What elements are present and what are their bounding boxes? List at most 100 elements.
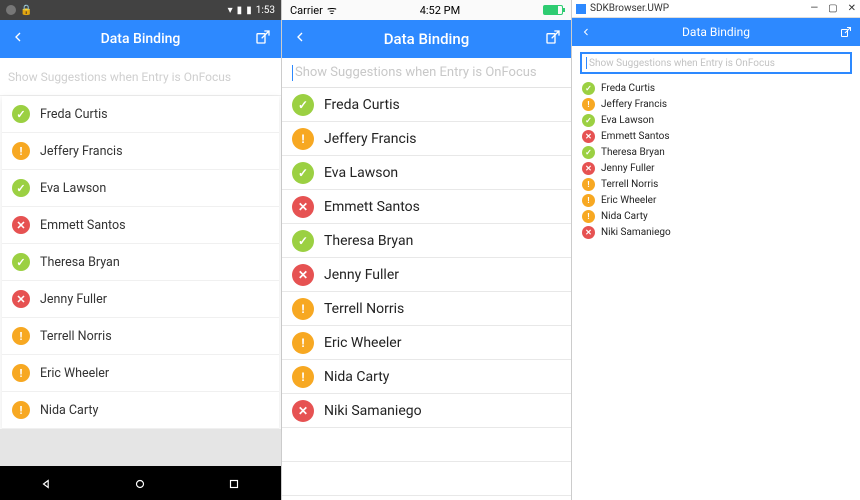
list-item-label: Jeffery Francis (324, 131, 416, 147)
list-item-label: Eric Wheeler (601, 195, 656, 206)
close-button[interactable]: ✕ (848, 3, 856, 14)
list-item[interactable]: !Terrell Norris (2, 318, 279, 355)
android-appbar: Data Binding (0, 20, 281, 58)
android-navbar (0, 466, 281, 500)
check-icon: ✓ (292, 230, 314, 252)
warning-icon: ! (582, 178, 595, 191)
list-item[interactable]: ! Eric Wheeler (572, 192, 860, 208)
list-item[interactable]: ✕Niki Samaniego (572, 224, 860, 240)
warning-icon: ! (12, 364, 30, 382)
back-button[interactable] (580, 23, 592, 42)
text-cursor-icon (292, 65, 293, 81)
warning-icon: ! (12, 142, 30, 160)
error-icon: ✕ (292, 264, 314, 286)
list-item[interactable]: ✓ Eva Lawson (2, 170, 279, 207)
notification-dot-icon (6, 5, 16, 15)
list-item-label: Emmett Santos (40, 218, 126, 233)
list-item[interactable]: ! Jeffery Francis (282, 122, 571, 156)
warning-icon: ! (292, 128, 314, 150)
list-item[interactable]: ✓Freda Curtis (572, 80, 860, 96)
wifi-icon: ▾ (228, 5, 233, 16)
check-icon: ✓ (12, 105, 30, 123)
list-item[interactable]: ✓Freda Curtis (282, 88, 571, 122)
page-title: Data Binding (26, 31, 255, 47)
external-link-button[interactable] (255, 29, 271, 49)
list-item-label: Eva Lawson (40, 181, 106, 196)
error-icon: ✕ (12, 290, 30, 308)
list-item[interactable]: ✓Eva Lawson (282, 156, 571, 190)
list-item[interactable]: ✓Eva Lawson (572, 112, 860, 128)
list-item[interactable]: ✕Niki Samaniego (282, 394, 571, 428)
list-item[interactable]: !Jeffery Francis (2, 133, 279, 170)
list-item-label: Eric Wheeler (324, 335, 401, 351)
list-item[interactable]: ✓Theresa Bryan (572, 144, 860, 160)
list-item[interactable]: ✕Emmett Santos (2, 207, 279, 244)
list-item[interactable]: ✕Emmett Santos (572, 128, 860, 144)
back-nav-icon[interactable] (40, 476, 54, 490)
page-title: Data Binding (308, 30, 545, 48)
list-item-label: Terrell Norris (324, 301, 404, 317)
list-item[interactable]: ! Nida Carty (282, 360, 571, 394)
window-title: SDKBrowser.UWP (590, 3, 669, 14)
external-link-button[interactable] (840, 23, 852, 42)
uwp-list: ✓Freda Curtis!Jeffery Francis✓Eva Lawson… (572, 80, 860, 240)
check-icon: ✓ (582, 146, 595, 159)
list-item-label: Theresa Bryan (40, 255, 120, 270)
search-input[interactable]: Show Suggestions when Entry is OnFocus (0, 58, 281, 96)
external-link-button[interactable] (545, 29, 561, 49)
list-item-label: Freda Curtis (601, 83, 655, 94)
back-button[interactable] (292, 29, 308, 49)
search-input[interactable]: Show Suggestions when Entry is OnFocus (580, 52, 852, 74)
minimize-button[interactable]: — (810, 3, 818, 14)
list-item[interactable]: !Terrell Norris (282, 292, 571, 326)
list-item[interactable]: ✕Emmett Santos (282, 190, 571, 224)
recent-nav-icon[interactable] (227, 476, 241, 490)
list-item-label: Freda Curtis (324, 97, 400, 113)
list-item[interactable]: ✕Jenny Fuller (572, 160, 860, 176)
list-item[interactable]: !Eric Wheeler (282, 326, 571, 360)
text-cursor-icon (586, 57, 587, 69)
check-icon: ✓ (582, 114, 595, 127)
error-icon: ✕ (582, 226, 595, 239)
list-item[interactable]: ✓ Theresa Bryan (282, 224, 571, 258)
list-item-label: Eva Lawson (324, 165, 398, 181)
list-item-label: Theresa Bryan (324, 233, 413, 249)
home-nav-icon[interactable] (133, 476, 147, 490)
carrier-label: Carrier (290, 4, 323, 17)
maximize-button[interactable]: ▢ (828, 3, 837, 14)
list-item[interactable]: !Nida Carty (2, 392, 279, 429)
search-input[interactable]: Show Suggestions when Entry is OnFocus (282, 58, 571, 88)
back-button[interactable] (10, 29, 26, 49)
check-icon: ✓ (12, 179, 30, 197)
warning-icon: ! (582, 194, 595, 207)
ios-device: Carrier ᯤ 4:52 PM Data Binding Show Sugg… (282, 0, 572, 500)
lock-icon: 🔒 (20, 5, 32, 16)
list-item[interactable]: !Jeffery Francis (572, 96, 860, 112)
ios-appbar: Data Binding (282, 20, 571, 58)
error-icon: ✕ (292, 196, 314, 218)
list-item[interactable]: ✓Freda Curtis (2, 96, 279, 133)
list-item[interactable]: !Eric Wheeler (2, 355, 279, 392)
list-item-label: Nida Carty (601, 211, 648, 222)
warning-icon: ! (292, 366, 314, 388)
list-item-label: Jeffery Francis (601, 99, 667, 110)
search-container: Show Suggestions when Entry is OnFocus (572, 46, 860, 80)
wifi-icon: ᯤ (327, 3, 337, 18)
uwp-device: SDKBrowser.UWP — ▢ ✕ Data Binding Show S… (572, 0, 860, 500)
list-item-label: Terrell Norris (601, 179, 658, 190)
list-item-label: Nida Carty (324, 369, 389, 385)
list-item[interactable]: ✕Jenny Fuller (282, 258, 571, 292)
list-item[interactable]: ✕Jenny Fuller (2, 281, 279, 318)
search-placeholder: Show Suggestions when Entry is OnFocus (589, 58, 775, 69)
check-icon: ✓ (12, 253, 30, 271)
list-item[interactable]: ! Terrell Norris (572, 176, 860, 192)
list-item[interactable]: !Nida Carty (572, 208, 860, 224)
uwp-appbar: Data Binding (572, 18, 860, 46)
ios-list: ✓Freda Curtis!Jeffery Francis✓Eva Lawson… (282, 88, 571, 428)
uwp-window-chrome: SDKBrowser.UWP — ▢ ✕ (572, 0, 860, 18)
android-list: ✓Freda Curtis!Jeffery Francis ✓ Eva Lawson… (2, 96, 279, 429)
list-item[interactable]: ✓ Theresa Bryan (2, 244, 279, 281)
error-icon: ✕ (582, 162, 595, 175)
error-icon: ✕ (292, 400, 314, 422)
search-placeholder: Show Suggestions when Entry is OnFocus (295, 65, 537, 80)
